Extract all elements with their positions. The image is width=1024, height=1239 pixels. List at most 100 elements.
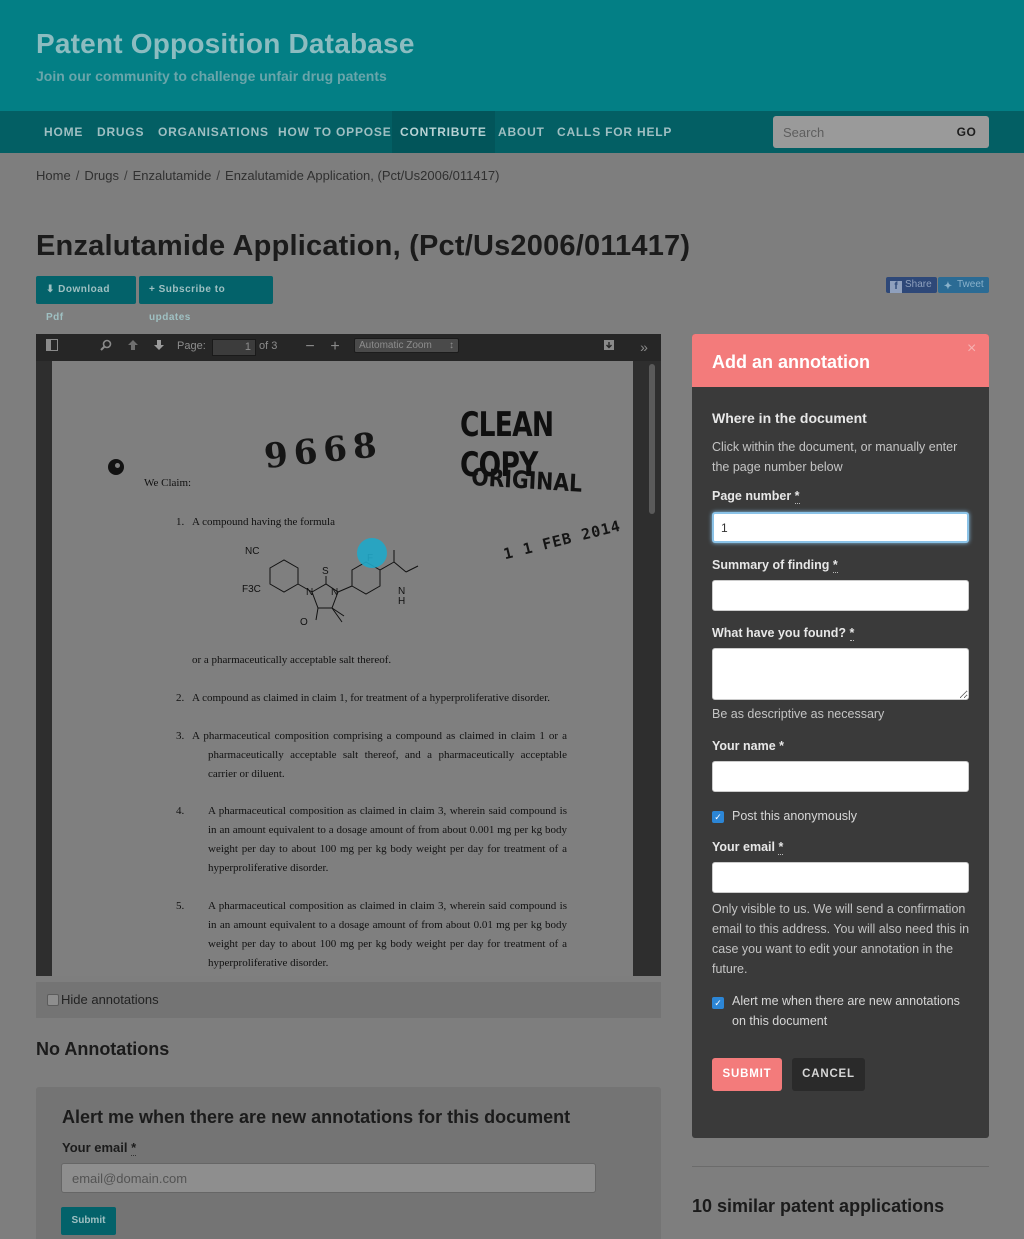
formula-label-nc: NC (245, 546, 260, 557)
claim-3-text: A pharmaceutical composition comprising … (192, 730, 567, 780)
alert-checkbox[interactable]: ✓ (712, 997, 724, 1009)
nav-contribute[interactable]: CONTRIBUTE (392, 111, 495, 153)
alert-email-label-text: Your email (62, 1140, 128, 1155)
search-icon[interactable] (98, 339, 114, 355)
hide-annotations-bar: Hide annotations (36, 982, 661, 1018)
breadcrumb-enzalutamide[interactable]: Enzalutamide (133, 168, 212, 183)
nav-drugs[interactable]: DRUGS (89, 111, 152, 153)
stamp-original: ORIGINAL (470, 463, 583, 498)
nav-organisations[interactable]: ORGANISATIONS (150, 111, 277, 153)
anonymous-checkbox[interactable]: ✓ (712, 811, 724, 823)
alert-checkbox-label[interactable]: Alert me when there are new annotations … (732, 991, 972, 1031)
formula-label-n2: N (331, 587, 339, 598)
breadcrumb-separator: / (124, 168, 128, 183)
share-label: Share (905, 279, 932, 290)
breadcrumb-separator: / (75, 168, 80, 183)
claim-2-num: 2. (176, 692, 185, 704)
twitter-tweet-button[interactable]: ✦ Tweet (938, 277, 989, 293)
summary-field[interactable] (712, 580, 969, 611)
page-number-field[interactable] (712, 512, 969, 543)
cancel-button[interactable]: CANCEL (792, 1058, 865, 1091)
breadcrumb-home[interactable]: Home (36, 168, 71, 183)
zoom-out-icon[interactable]: − (302, 339, 318, 355)
claim-4-text: A pharmaceutical composition as claimed … (208, 805, 567, 874)
twitter-icon: ✦ (943, 281, 953, 292)
hide-annotations-checkbox[interactable] (47, 994, 59, 1006)
zoom-select[interactable]: Automatic Zoom ↕ (354, 338, 459, 353)
claim-1-salt: or a pharmaceutically acceptable salt th… (192, 654, 392, 666)
site-title[interactable]: Patent Opposition Database (36, 28, 415, 60)
previous-page-icon[interactable] (125, 339, 141, 355)
required-marker: * (131, 1140, 137, 1156)
name-field[interactable] (712, 761, 969, 792)
claim-3-num: 3. (176, 730, 185, 742)
found-help: Be as descriptive as necessary (712, 707, 885, 721)
pdf-page[interactable]: 9668 CLEAN COPY ORIGINAL 1 1 FEB 2014 We… (52, 361, 633, 976)
claim-4-num: 4. (176, 805, 185, 817)
zoom-in-icon[interactable]: + (327, 339, 343, 355)
found-label-text: What have you found? (712, 626, 847, 640)
page-title: Enzalutamide Application, (Pct/Us2006/01… (36, 230, 691, 262)
claim-2-text: A compound as claimed in claim 1, for tr… (192, 692, 550, 704)
nav-calls-for-help[interactable]: CALLS FOR HELP (549, 111, 680, 153)
page-label: Page: (177, 340, 206, 352)
close-icon[interactable]: × (967, 340, 976, 358)
nav-how-to-oppose[interactable]: HOW TO OPPOSE (270, 111, 400, 153)
download-icon: ⬇ (46, 284, 55, 295)
add-annotation-panel: Add an annotation × Where in the documen… (692, 334, 989, 1138)
search-input[interactable] (773, 116, 943, 148)
page-number-input[interactable]: 1 (212, 339, 256, 356)
site-header: Patent Opposition Database Join our comm… (0, 0, 1024, 111)
submit-button[interactable]: SUBMIT (712, 1058, 782, 1091)
next-page-icon[interactable] (151, 339, 167, 355)
page-number-label: Page number * (712, 489, 800, 504)
download-pdf-label: Download Pdf (46, 284, 110, 323)
claim-5-text: A pharmaceutical composition as claimed … (208, 900, 567, 969)
annotation-panel-title: Add an annotation (712, 352, 870, 372)
alert-email-input[interactable] (61, 1163, 596, 1193)
punch-hole-mark (108, 459, 124, 475)
alert-subscribe-box: Alert me when there are new annotations … (36, 1087, 661, 1239)
summary-label-text: Summary of finding (712, 558, 830, 572)
we-claim: We Claim: (144, 477, 192, 489)
breadcrumb-drugs[interactable]: Drugs (84, 168, 119, 183)
similar-applications-heading: 10 similar patent applications (692, 1196, 945, 1216)
annotation-panel-header: Add an annotation × (692, 334, 989, 387)
required-marker: * (778, 840, 784, 855)
email-label-text: Your email (712, 840, 775, 854)
nav-about[interactable]: ABOUT (490, 111, 553, 153)
download-pdf-button[interactable]: ⬇ Download Pdf (36, 276, 136, 323)
tools-menu-icon[interactable]: » (636, 339, 652, 355)
breadcrumb-separator: / (216, 168, 221, 183)
claim-5-num: 5. (176, 900, 185, 912)
nav-home[interactable]: HOME (36, 111, 91, 153)
anonymous-label[interactable]: Post this anonymously (732, 806, 972, 826)
breadcrumb-current: Enzalutamide Application, (Pct/Us2006/01… (225, 168, 500, 183)
subscribe-label: Subscribe to updates (149, 284, 226, 323)
email-help: Only visible to us. We will send a confi… (712, 902, 970, 976)
formula-label-s: S (322, 566, 329, 577)
pdf-scrollbar[interactable] (649, 364, 655, 514)
required-marker: * (849, 626, 855, 641)
email-field[interactable] (712, 862, 969, 893)
alert-submit-button[interactable]: Submit (61, 1207, 116, 1235)
alert-title: Alert me when there are new annotations … (62, 1107, 571, 1127)
facebook-share-button[interactable]: f Share (886, 277, 937, 293)
where-heading: Where in the document (712, 410, 867, 426)
sidebar-toggle-icon[interactable] (44, 339, 60, 355)
name-label-text: Your name (712, 739, 776, 753)
divider (692, 1166, 989, 1167)
breadcrumb: Home / Drugs / Enzalutamide / Enzalutamide App… (36, 168, 499, 183)
pdf-viewer: Page: 1 of 3 − + Automatic Zoom ↕ » 9668 … (36, 334, 661, 976)
hide-annotations-label[interactable]: Hide annotations (61, 992, 159, 1007)
formula-label-o: O (300, 617, 308, 628)
found-textarea[interactable] (712, 648, 969, 700)
page-number-label-text: Page number (712, 489, 792, 503)
email-label: Your email * (712, 840, 784, 855)
subscribe-button[interactable]: + Subscribe to updates (139, 276, 273, 323)
site-tagline: Join our community to challenge unfair d… (36, 68, 387, 84)
required-marker: * (794, 489, 800, 504)
stamp-number: 9668 (262, 424, 385, 478)
download-doc-icon[interactable] (601, 339, 617, 355)
search-go-button[interactable]: GO (944, 116, 989, 148)
